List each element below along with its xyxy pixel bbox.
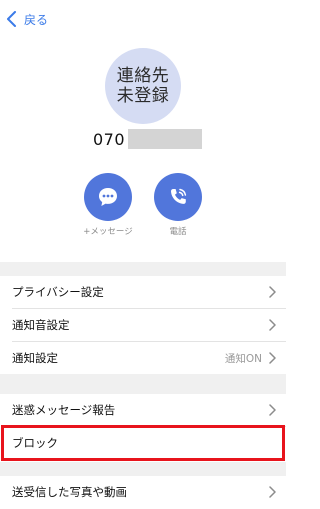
notification-settings-label: 通知設定	[12, 351, 58, 365]
privacy-settings-label: プライバシー設定	[12, 285, 104, 299]
block-label: ブロック	[12, 436, 58, 450]
avatar-text-line2: 未登録	[116, 86, 170, 106]
message-button[interactable]	[84, 173, 132, 221]
chevron-right-icon	[269, 486, 276, 498]
shared-media-item[interactable]: 送受信した写真や動画	[0, 476, 286, 508]
notification-status: 通知ON	[224, 352, 262, 365]
section-divider	[0, 262, 286, 276]
chevron-right-icon	[269, 286, 276, 298]
chevron-right-icon	[269, 404, 276, 416]
shared-media-label: 送受信した写真や動画	[12, 485, 127, 499]
notification-sound-item[interactable]: 通知音設定	[0, 309, 286, 341]
chevron-right-icon	[269, 319, 276, 331]
back-label: 戻る	[24, 12, 49, 27]
chevron-right-icon	[269, 352, 276, 364]
block-item[interactable]: ブロック	[0, 427, 286, 459]
call-action: 電話	[143, 173, 213, 237]
phone-number: 070	[93, 128, 203, 150]
call-label: 電話	[169, 227, 187, 237]
section-divider	[0, 374, 286, 394]
privacy-settings-item[interactable]: プライバシー設定	[0, 276, 286, 308]
notification-sound-label: 通知音設定	[12, 318, 70, 332]
back-button[interactable]: 戻る	[6, 9, 48, 29]
section-divider	[0, 462, 286, 476]
avatar-text-line1: 連絡先	[116, 66, 170, 86]
chevron-left-icon	[7, 11, 16, 27]
call-button[interactable]	[154, 173, 202, 221]
phone-icon	[170, 188, 187, 204]
avatar: 連絡先 未登録	[105, 48, 181, 124]
phone-number-prefix: 070	[93, 129, 126, 149]
masked-number	[128, 129, 203, 149]
spam-report-label: 迷惑メッセージ報告	[12, 403, 116, 417]
message-label: +メッセージ	[83, 227, 133, 237]
notification-settings-item[interactable]: 通知設定 通知ON	[0, 342, 286, 374]
message-action: +メッセージ	[73, 173, 143, 237]
chat-bubble-icon	[99, 188, 117, 206]
spam-report-item[interactable]: 迷惑メッセージ報告	[0, 394, 286, 426]
